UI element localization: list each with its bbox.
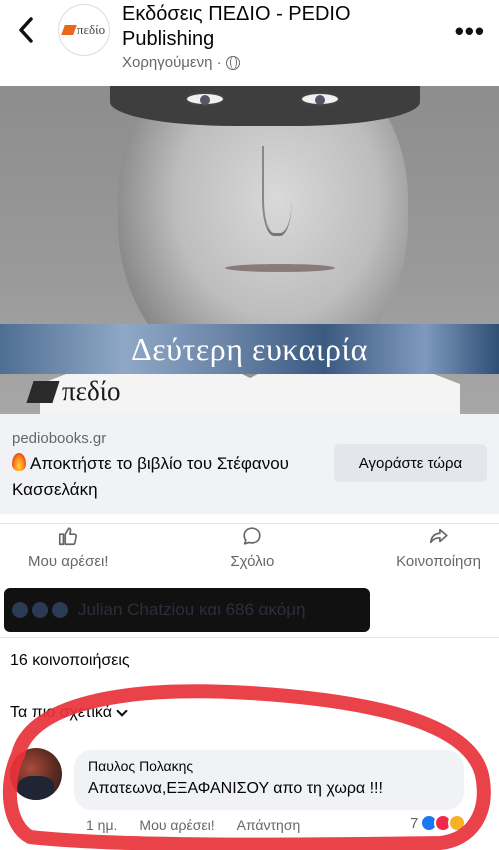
post-actions: Μου αρέσει! Σχόλιο Κοινοποίηση (0, 525, 499, 585)
comment-like-button[interactable]: Μου αρέσει! (139, 817, 214, 833)
book-title: Δεύτερη ευκαιρία (131, 330, 368, 367)
shares-count[interactable]: 16 κοινοποιήσεις (10, 652, 130, 670)
commenter-avatar[interactable] (10, 748, 62, 800)
ad-link-bar[interactable]: pediobooks.gr Αποκτήστε το βιβλίο του Στ… (0, 414, 499, 514)
like-label: Μου αρέσει! (28, 553, 109, 570)
avatar-logo-text: πεδίο (76, 22, 106, 37)
comment-reply-button[interactable]: Απάντηση (237, 817, 301, 833)
book-title-banner: Δεύτερη ευκαιρία (0, 324, 499, 374)
comment-label: Σχόλιο (230, 553, 275, 570)
reactions-summary[interactable]: Julian Chatziou και 686 ακόμη (4, 588, 370, 632)
back-arrow-svg (19, 17, 33, 43)
share-label: Κοινοποίηση (396, 553, 481, 570)
ad-headline-text: Αποκτήστε το βιβλίο του Στέφανου Κασσελά… (12, 454, 289, 499)
comment-button[interactable]: Σχόλιο (230, 525, 274, 585)
avatar-logo: πεδίο (61, 22, 106, 38)
portrait-eye-left (185, 92, 225, 106)
share-button[interactable]: Κοινοποίηση (396, 525, 481, 585)
divider (0, 637, 499, 638)
logo-swatch (61, 25, 77, 35)
portrait-hair (110, 86, 420, 126)
haha-reaction-icon (448, 814, 467, 832)
comment-bubble-icon (243, 527, 261, 545)
post-header: πεδίο Εκδόσεις ΠΕΔΙΟ - PEDIO Publishing … (0, 0, 499, 85)
sponsored-label: Χορηγούμενη · (122, 54, 240, 71)
portrait-nose (262, 146, 292, 236)
chevron-down-icon (116, 705, 128, 717)
page-name[interactable]: Εκδόσεις ΠΕΔΙΟ - PEDIO Publishing (122, 2, 422, 52)
chevron-left-icon[interactable] (14, 16, 38, 44)
page-avatar[interactable]: πεδίο (58, 4, 110, 56)
sort-label: Τα πιο σχετικά (10, 704, 112, 721)
more-options-button[interactable]: ••• (455, 16, 485, 47)
thumbs-up-icon (59, 527, 78, 546)
buy-now-button[interactable]: Αγοράστε τώρα (334, 444, 487, 482)
like-button[interactable]: Μου αρέσει! (28, 525, 109, 585)
comment-meta: 1 ημ. Μου αρέσει! Απάντηση (86, 817, 300, 833)
comment-time: 1 ημ. (86, 817, 118, 833)
portrait-eye-right (300, 92, 340, 106)
comment-bubble: Παυλος Πολακης Απατεωνα,ΕΞΑΦΑΝΙΣΟΥ απο τ… (74, 750, 464, 810)
love-reaction-icon (52, 602, 68, 618)
fire-icon (12, 453, 26, 471)
comment-text: Απατεωνα,ΕΞΑΦΑΝΙΣΟΥ απο τη χωρα !!! (88, 780, 383, 797)
comment-author[interactable]: Παυλος Πολακης (88, 758, 450, 774)
publisher-logo-text: πεδίο (62, 376, 121, 406)
ad-image[interactable]: Δεύτερη ευκαιρία πεδίο (0, 86, 499, 414)
ad-headline: Αποκτήστε το βιβλίο του Στέφανου Κασσελά… (12, 451, 312, 503)
globe-icon (225, 55, 240, 70)
sponsored-text: Χορηγούμενη · (122, 54, 222, 71)
reactions-text: Julian Chatziou και 686 ακόμη (78, 600, 306, 619)
divider (0, 523, 499, 524)
comment-reaction-count[interactable]: 7 (410, 814, 467, 832)
comment-sort-dropdown[interactable]: Τα πιο σχετικά (10, 704, 128, 722)
ad-domain: pediobooks.gr (12, 430, 107, 447)
portrait-mouth (225, 264, 335, 272)
care-reaction-icon (32, 602, 48, 618)
comment-reaction-number: 7 (410, 814, 419, 832)
publisher-logo: πεδίο (26, 376, 121, 407)
publisher-logo-icon (26, 380, 60, 403)
like-reaction-icon (12, 602, 28, 618)
share-arrow-icon (429, 528, 448, 544)
